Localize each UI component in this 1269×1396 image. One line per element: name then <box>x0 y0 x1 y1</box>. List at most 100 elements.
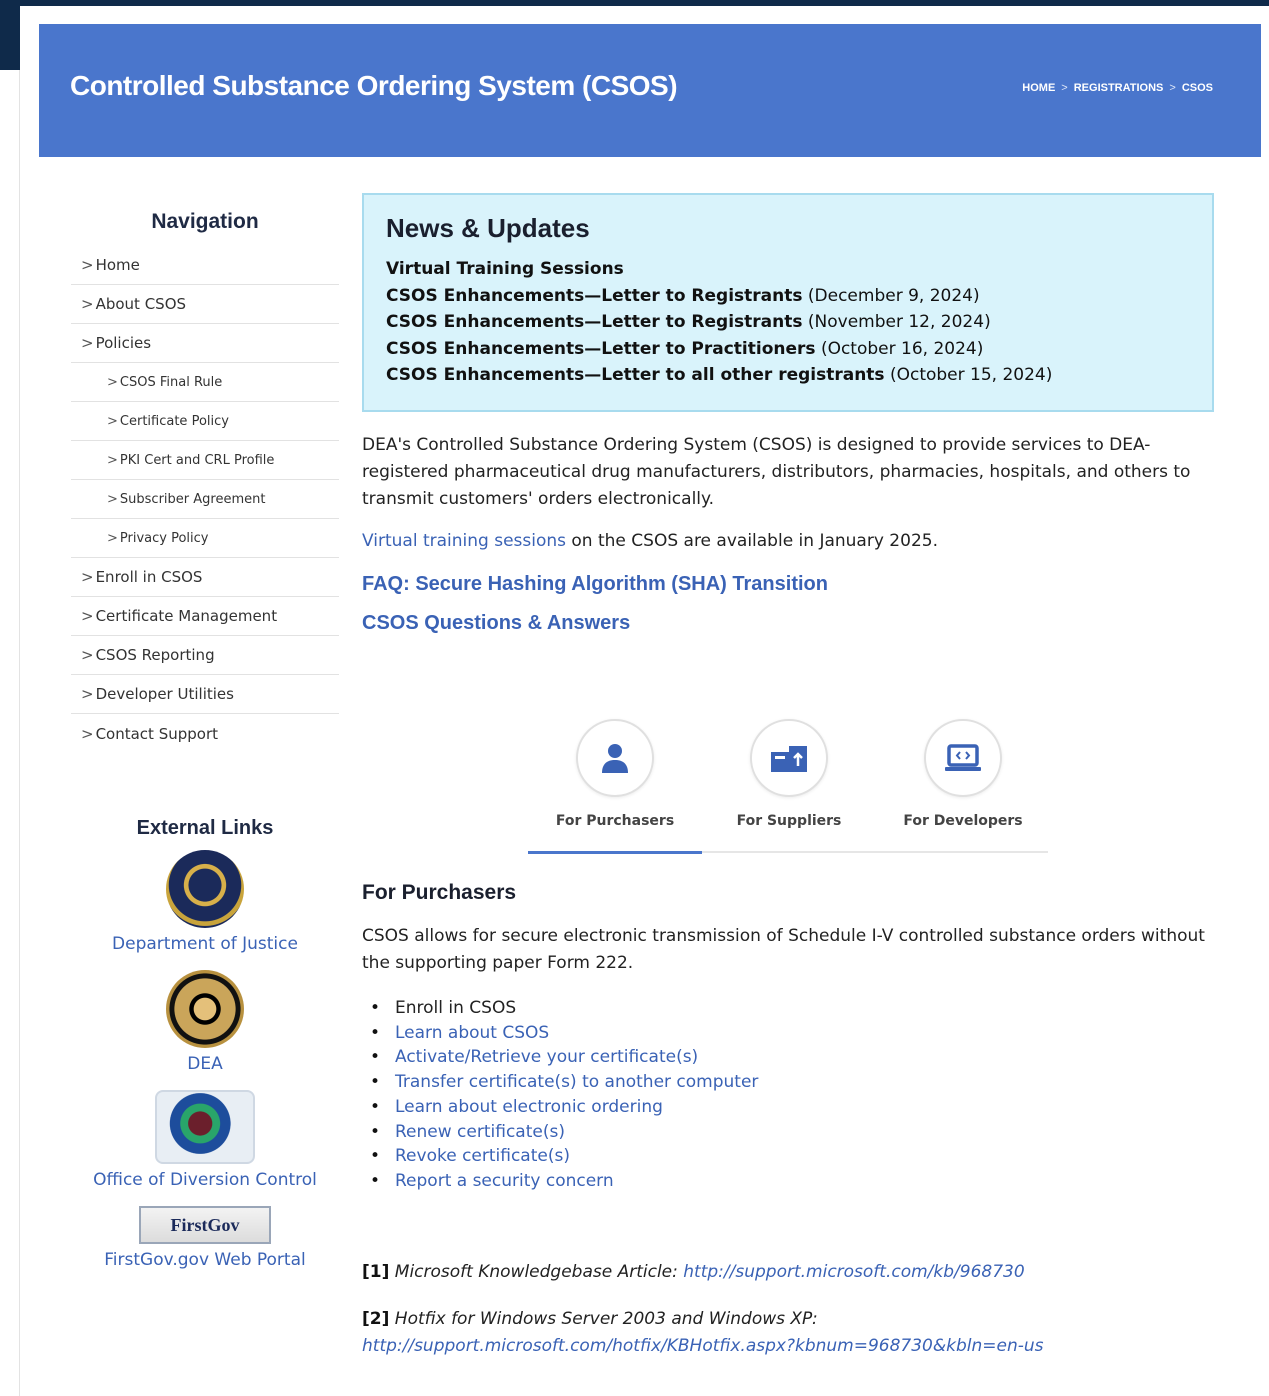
news-item-title: CSOS Enhancements—Letter to all other re… <box>386 365 885 385</box>
tab-label: For Developers <box>903 813 1023 829</box>
sidebar-item-about-csos[interactable]: > About CSOS <box>71 285 339 324</box>
list-item-link[interactable]: Revoke certificate(s) <box>370 1144 758 1169</box>
reference-number: [1] <box>362 1262 390 1282</box>
sidebar-item-csos-reporting[interactable]: > CSOS Reporting <box>71 636 339 675</box>
reference-item: [2] Hotfix for Windows Server 2003 and W… <box>362 1306 1214 1360</box>
news-item[interactable]: Virtual Training Sessions <box>386 256 1190 283</box>
news-item-date: (November 12, 2024) <box>807 312 991 332</box>
external-link-firstgov[interactable]: FirstGov FirstGov.gov Web Portal <box>71 1206 339 1270</box>
sidebar-item-label: Policies <box>95 334 152 352</box>
news-item[interactable]: CSOS Enhancements—Letter to Registrants … <box>386 309 1190 336</box>
sidebar-item-label: Certificate Policy <box>119 413 229 429</box>
navigation-heading: Navigation <box>151 210 259 233</box>
person-icon <box>602 744 628 773</box>
news-item-date: (December 9, 2024) <box>807 285 980 306</box>
news-item-title: CSOS Enhancements—Letter to Registrants <box>386 312 803 332</box>
sidebar-item-subscriber-agreement[interactable]: > Subscriber Agreement <box>71 480 339 519</box>
sidebar-item-label: CSOS Final Rule <box>119 374 223 390</box>
doj-seal-logo <box>166 850 244 928</box>
boxes-icon <box>771 746 807 772</box>
purchasers-title: For Purchasers <box>362 881 517 904</box>
page-banner: Controlled Substance Ordering System (CS… <box>39 24 1261 157</box>
sidebar-item-pki-cert-crl-profile[interactable]: > PKI Cert and CRL Profile <box>71 441 339 480</box>
chevron-right-icon: > <box>81 607 94 625</box>
breadcrumb-home[interactable]: HOME <box>1022 82 1055 94</box>
main-content: News & Updates Virtual Training Sessions… <box>362 193 1214 1356</box>
external-link-dea[interactable]: DEA <box>71 970 339 1074</box>
reference-label: Microsoft Knowledgebase Article: <box>394 1262 678 1282</box>
chevron-right-icon: > <box>107 374 118 390</box>
sidebar-item-label: PKI Cert and CRL Profile <box>119 452 275 468</box>
navigation-list: > Home > About CSOS > Policies > CSOS Final … <box>71 246 339 753</box>
firstgov-logo: FirstGov <box>139 1206 271 1244</box>
sidebar-item-label: About CSOS <box>95 295 187 313</box>
sidebar-item-policies[interactable]: > Policies <box>71 324 339 363</box>
breadcrumb-separator: > <box>1061 82 1068 94</box>
training-sessions-link[interactable]: Virtual training sessions <box>362 531 566 551</box>
intro-paragraph: DEA's Controlled Substance Ordering Syst… <box>362 435 1191 509</box>
sidebar-item-contact-support[interactable]: > Contact Support <box>71 714 339 753</box>
breadcrumb-separator: > <box>1169 82 1176 94</box>
sidebar: Navigation > Home > About CSOS > Policies >… <box>71 210 339 1286</box>
dea-seal-logo <box>166 970 244 1048</box>
sidebar-item-label: Certificate Management <box>95 607 278 625</box>
sidebar-item-label: Home <box>95 256 140 274</box>
sidebar-item-label: Privacy Policy <box>119 530 209 546</box>
chevron-right-icon: > <box>81 646 94 664</box>
news-item[interactable]: CSOS Enhancements—Letter to all other re… <box>386 362 1190 389</box>
chevron-right-icon: > <box>81 568 94 586</box>
sidebar-item-home[interactable]: > Home <box>71 246 339 285</box>
chevron-right-icon: > <box>107 491 118 507</box>
csos-qa-link[interactable]: CSOS Questions & Answers <box>362 612 630 634</box>
sidebar-item-certificate-policy[interactable]: > Certificate Policy <box>71 402 339 441</box>
training-paragraph: Virtual training sessions on the CSOS ar… <box>362 531 1214 551</box>
news-item-title: CSOS Enhancements—Letter to Registrants <box>386 285 803 306</box>
news-item-title: Virtual Training Sessions <box>386 259 624 279</box>
chevron-right-icon: > <box>81 256 94 274</box>
sidebar-item-label: Enroll in CSOS <box>95 568 203 586</box>
training-text: on the CSOS are available in January 202… <box>566 531 938 551</box>
tab-icon-circle <box>576 719 654 797</box>
purchasers-list: Enroll in CSOS Learn about CSOS Activate… <box>370 996 758 1194</box>
list-item-link[interactable]: Learn about electronic ordering <box>370 1095 758 1120</box>
external-link-label: FirstGov.gov Web Portal <box>104 1250 306 1270</box>
breadcrumb-registrations[interactable]: REGISTRATIONS <box>1074 82 1164 94</box>
breadcrumb-current: CSOS <box>1181 82 1213 94</box>
sidebar-item-enroll-in-csos[interactable]: > Enroll in CSOS <box>71 558 339 597</box>
sidebar-item-csos-final-rule[interactable]: > CSOS Final Rule <box>71 363 339 402</box>
news-item[interactable]: CSOS Enhancements—Letter to Practitioner… <box>386 336 1190 363</box>
references: [1] Microsoft Knowledgebase Article: htt… <box>362 1259 1214 1380</box>
news-item[interactable]: CSOS Enhancements—Letter to Registrants … <box>386 283 1190 310</box>
reference-number: [2] <box>362 1309 390 1329</box>
external-link-label: Department of Justice <box>112 934 298 954</box>
list-item-link[interactable]: Activate/Retrieve your certificate(s) <box>370 1045 758 1070</box>
external-link-label: DEA <box>187 1054 223 1074</box>
sidebar-item-certificate-management[interactable]: > Certificate Management <box>71 597 339 636</box>
news-item-date: (October 16, 2024) <box>820 338 984 359</box>
news-item-date: (October 15, 2024) <box>889 365 1053 385</box>
tab-for-suppliers[interactable]: For Suppliers <box>702 719 876 853</box>
chevron-right-icon: > <box>81 724 94 743</box>
diversion-control-logo <box>155 1090 255 1164</box>
tab-for-purchasers[interactable]: For Purchasers <box>528 719 702 854</box>
list-item-link[interactable]: Transfer certificate(s) to another compu… <box>370 1070 758 1095</box>
external-link-doj[interactable]: Department of Justice <box>71 850 339 954</box>
external-link-label: Office of Diversion Control <box>93 1170 317 1190</box>
list-item-link[interactable]: Renew certificate(s) <box>370 1120 758 1145</box>
news-updates-box: News & Updates Virtual Training Sessions… <box>362 193 1214 412</box>
reference-url[interactable]: http://support.microsoft.com/hotfix/KBHo… <box>362 1336 1044 1356</box>
reference-url[interactable]: http://support.microsoft.com/kb/968730 <box>683 1262 1024 1282</box>
page-title: Controlled Substance Ordering System (CS… <box>70 70 678 101</box>
reference-item: [1] Microsoft Knowledgebase Article: htt… <box>362 1259 1214 1286</box>
external-link-diversion-control[interactable]: Office of Diversion Control <box>71 1090 339 1190</box>
purchasers-description: CSOS allows for secure electronic transm… <box>362 926 1205 973</box>
list-item-link[interactable]: Report a security concern <box>370 1169 758 1194</box>
faq-sha-link[interactable]: FAQ: Secure Hashing Algorithm (SHA) Tran… <box>362 573 828 595</box>
sidebar-item-developer-utilities[interactable]: > Developer Utilities <box>71 675 339 714</box>
sidebar-item-label: Developer Utilities <box>95 685 234 703</box>
tab-for-developers[interactable]: For Developers <box>876 719 1050 853</box>
left-page-edge <box>0 70 20 1396</box>
sidebar-item-label: Contact Support <box>95 724 219 743</box>
sidebar-item-privacy-policy[interactable]: > Privacy Policy <box>71 519 339 558</box>
list-item-link[interactable]: Learn about CSOS <box>370 1021 758 1046</box>
